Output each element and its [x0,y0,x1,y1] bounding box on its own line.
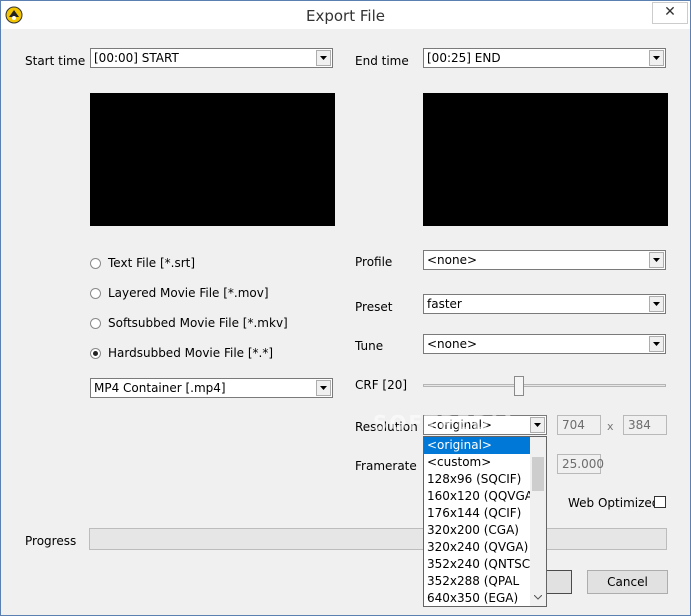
tune-value: <none> [427,337,478,351]
radio-button-icon[interactable] [90,317,101,329]
close-button[interactable]: ✕ [652,2,688,24]
container-select[interactable]: MP4 Container [.mp4] [90,378,333,398]
chevron-down-icon[interactable] [649,296,664,312]
crf-slider-track[interactable] [423,384,666,387]
list-item[interactable]: 160x120 (QQVGA) [424,488,538,505]
width-input[interactable]: 704 [557,415,601,435]
container-value: MP4 Container [.mp4] [94,381,226,395]
list-item[interactable]: <custom> [424,454,531,471]
export-file-dialog: Export File ✕ Start time [00:00] START E… [0,0,691,616]
chevron-down-icon[interactable] [534,595,542,600]
end-time-value: [00:25] END [427,51,501,65]
resolution-x-separator: x [607,420,614,433]
scrollbar-thumb[interactable] [532,457,544,491]
format-radio-hardsub[interactable]: Hardsubbed Movie File [*.*] [90,346,273,360]
start-time-select[interactable]: [00:00] START [90,48,333,68]
chevron-down-icon[interactable] [316,380,331,396]
crf-label: CRF [20] [355,378,408,392]
list-item[interactable]: 320x240 (QVGA) [424,539,531,556]
format-radio-mov[interactable]: Layered Movie File [*.mov] [90,286,269,300]
end-time-select[interactable]: [00:25] END [423,48,666,68]
end-time-label: End time [355,54,409,68]
end-frame-preview [423,93,668,226]
radio-button-icon[interactable] [90,287,101,299]
list-item[interactable]: <original> [424,437,531,454]
preset-label: Preset [355,300,393,314]
list-item[interactable]: 352x288 (QPAL [424,573,531,590]
web-optimized-label: Web Optimized [568,496,660,510]
preset-select[interactable]: faster [423,294,666,314]
list-item[interactable]: 320x200 (CGA) [424,522,531,539]
chevron-down-icon[interactable] [649,50,664,66]
format-radio-label: Layered Movie File [*.mov] [108,286,269,300]
dropdown-scrollbar[interactable] [530,437,546,606]
preset-value: faster [427,297,462,311]
web-optimized-checkbox[interactable] [654,496,666,508]
profile-label: Profile [355,255,393,269]
progress-label: Progress [25,534,77,548]
start-time-value: [00:00] START [94,51,179,65]
format-radio-label: Softsubbed Movie File [*.mkv] [108,316,288,330]
format-radio-mkv[interactable]: Softsubbed Movie File [*.mkv] [90,316,288,330]
list-item[interactable]: 128x96 (SQCIF) [424,471,531,488]
chevron-down-icon[interactable] [649,336,664,352]
framerate-input[interactable]: 25.000 [557,454,604,474]
close-icon: ✕ [664,4,676,20]
resolution-dropdown-list[interactable]: <original> <custom> 128x96 (SQCIF) 160x1… [423,436,547,607]
chevron-down-icon[interactable] [530,417,545,433]
profile-value: <none> [427,253,478,267]
tune-label: Tune [355,339,384,353]
profile-select[interactable]: <none> [423,250,666,270]
cancel-button[interactable]: Cancel [587,570,668,594]
crf-slider-thumb[interactable] [514,376,524,396]
watermark: SOFTPEDIA [373,411,518,435]
radio-button-icon[interactable] [90,257,101,269]
framerate-label: Framerate [355,459,417,473]
radio-button-selected-icon[interactable] [90,347,101,359]
chevron-down-icon[interactable] [649,252,664,268]
tune-select[interactable]: <none> [423,334,666,354]
list-item[interactable]: 352x240 (QNTSC) [424,556,535,573]
progress-bar [89,528,667,550]
list-item[interactable]: 176x144 (QCIF) [424,505,531,522]
title-bar: Export File ✕ [1,1,690,29]
height-input[interactable]: 384 [623,415,667,435]
chevron-down-icon[interactable] [316,50,331,66]
start-frame-preview [90,93,335,226]
format-radio-label: Text File [*.srt] [108,256,196,270]
list-item[interactable]: 640x350 (EGA) [424,590,531,607]
start-time-label: Start time [25,54,86,68]
window-title: Export File [306,7,385,25]
format-radio-srt[interactable]: Text File [*.srt] [90,256,195,270]
format-radio-label: Hardsubbed Movie File [*.*] [108,346,274,360]
